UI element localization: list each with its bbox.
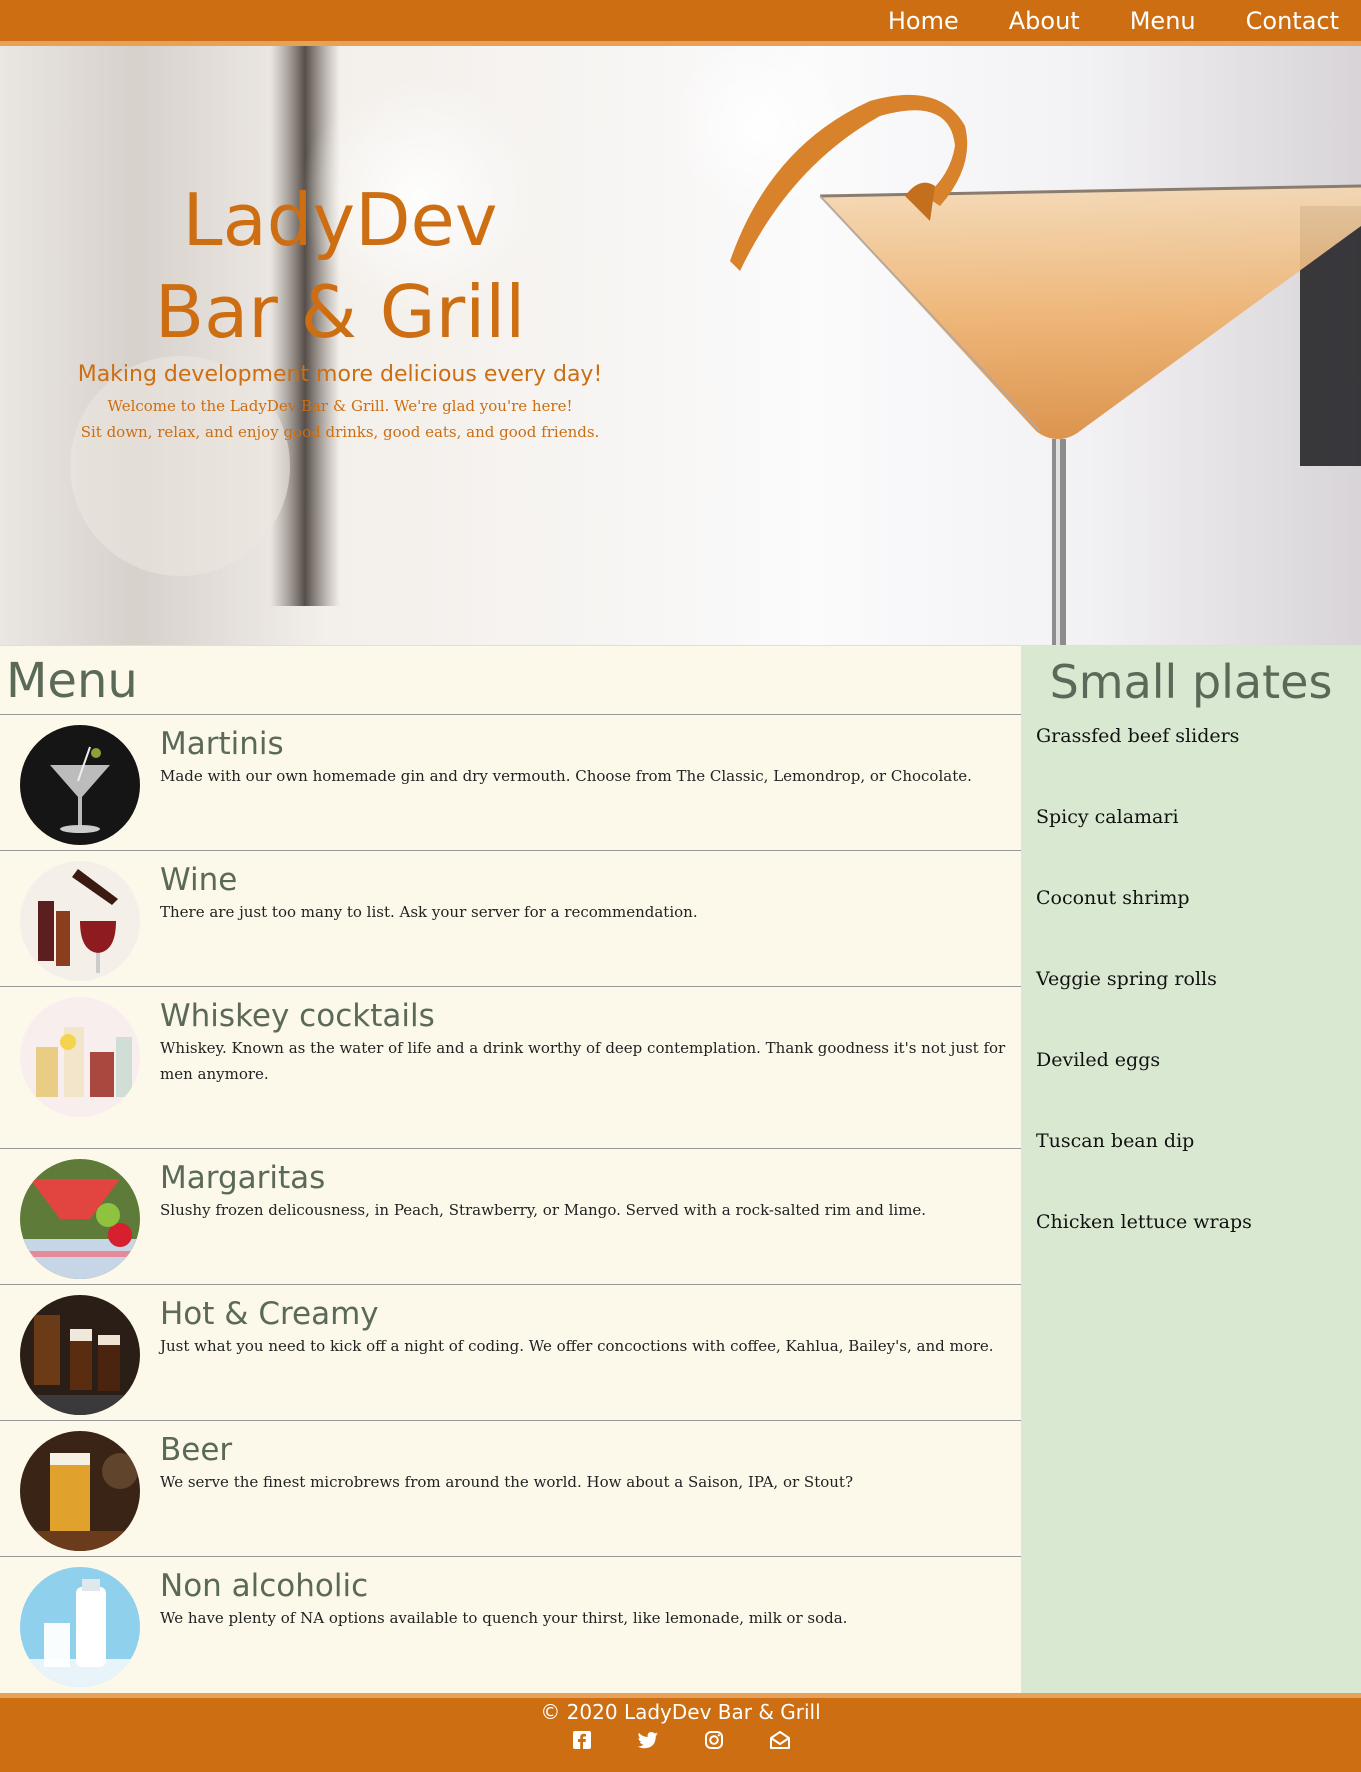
menu-item-martinis: Martinis Made with our own homemade gin … [0,715,1021,851]
menu-item-hot-and-creamy: Hot & Creamy Just what you need to kick … [0,1285,1021,1421]
milk-thumbnail [20,1567,140,1687]
small-plates-heading: Small plates [1049,655,1333,709]
hero-tagline: Making development more delicious every … [77,362,603,387]
small-plate-item: Tuscan bean dip [1036,1130,1195,1152]
hero-title-line1: LadyDev [182,178,498,262]
nav-link-about[interactable]: About [1009,7,1080,35]
menu-item-text: Hot & Creamy Just what you need to kick … [160,1285,1021,1359]
small-plate-item: Veggie spring rolls [1036,968,1217,990]
hero-title: LadyDev Bar & Grill [40,174,640,358]
menu-item-whiskey-cocktails: Whiskey cocktails Whiskey. Known as the … [0,987,1021,1149]
top-navigation: Home About Menu Contact [0,0,1361,46]
wine-thumbnail [20,861,140,981]
menu-heading: Menu [0,646,1021,715]
menu-item-text: Margaritas Slushy frozen delicousness, i… [160,1149,1021,1223]
hero-welcome-line2: Sit down, relax, and enjoy good drinks, … [80,423,600,441]
nav-item-about: About [1009,7,1080,35]
menu-item-desc: Made with our own homemade gin and dry v… [160,767,972,785]
menu-item-desc: We have plenty of NA options available t… [160,1609,848,1627]
menu-item-name: Non alcoholic [160,1568,369,1604]
menu-item-beer: Beer We serve the finest microbrews from… [0,1421,1021,1557]
small-plates-section: Small plates Grassfed beef sliders Spicy… [1021,645,1361,1693]
menu-item-text: Whiskey cocktails Whiskey. Known as the … [160,987,1021,1087]
instagram-icon[interactable] [703,1730,725,1752]
nav-item-menu: Menu [1130,7,1196,35]
facebook-icon[interactable] [571,1730,593,1752]
small-plate-item: Coconut shrimp [1036,887,1190,909]
menu-item-name: Margaritas [160,1160,326,1196]
small-plate-item: Deviled eggs [1036,1049,1161,1071]
small-plate-item: Chicken lettuce wraps [1036,1211,1252,1233]
nav-link-home[interactable]: Home [888,7,959,35]
twitter-icon[interactable] [637,1730,659,1752]
hero-title-line2: Bar & Grill [154,270,526,354]
menu-item-desc: Slushy frozen delicousness, in Peach, St… [160,1201,927,1219]
hot-creamy-thumbnail [20,1295,140,1415]
small-plate-item: Spicy calamari [1036,806,1179,828]
social-links [0,1730,1361,1752]
nav-item-home: Home [888,7,959,35]
hero-welcome-line1: Welcome to the LadyDev Bar & Grill. We'r… [107,397,573,415]
margarita-thumbnail [20,1159,140,1279]
menu-item-desc: Just what you need to kick off a night o… [160,1337,994,1355]
menu-item-desc: Whiskey. Known as the water of life and … [160,1039,1006,1083]
small-plates-list: Grassfed beef sliders Spicy calamari Coc… [1021,716,1361,1283]
nav-item-contact: Contact [1246,7,1339,35]
menu-item-desc: We serve the finest microbrews from arou… [160,1473,853,1491]
hero-text-block: LadyDev Bar & Grill Making development m… [40,174,640,445]
menu-section: Menu Martinis Made with our own homemade… [0,645,1021,1693]
beer-thumbnail [20,1431,140,1551]
menu-item-margaritas: Margaritas Slushy frozen delicousness, i… [0,1149,1021,1285]
nav-link-contact[interactable]: Contact [1246,7,1339,35]
martini-thumbnail [20,725,140,845]
envelope-icon[interactable] [769,1730,791,1752]
menu-item-text: Beer We serve the finest microbrews from… [160,1421,1021,1495]
site-footer: © 2020 LadyDev Bar & Grill [0,1693,1361,1772]
hero-welcome: Welcome to the LadyDev Bar & Grill. We'r… [40,393,640,445]
menu-item-wine: Wine There are just too many to list. As… [0,851,1021,987]
small-plate-item: Grassfed beef sliders [1036,725,1240,747]
menu-item-name: Whiskey cocktails [160,998,435,1034]
hero-banner: LadyDev Bar & Grill Making development m… [0,46,1361,645]
menu-item-text: Non alcoholic We have plenty of NA optio… [160,1557,1021,1631]
nav-list: Home About Menu Contact [838,0,1361,41]
footer-copyright: © 2020 LadyDev Bar & Grill [540,1700,821,1724]
nav-link-menu[interactable]: Menu [1130,7,1196,35]
menu-item-text: Wine There are just too many to list. As… [160,851,1021,925]
menu-item-desc: There are just too many to list. Ask you… [160,903,698,921]
menu-item-non-alcoholic: Non alcoholic We have plenty of NA optio… [0,1557,1021,1692]
menu-item-name: Martinis [160,726,284,762]
menu-item-name: Beer [160,1432,233,1468]
menu-item-text: Martinis Made with our own homemade gin … [160,715,1021,789]
whiskey-thumbnail [20,997,140,1117]
menu-item-name: Hot & Creamy [160,1296,379,1332]
menu-item-name: Wine [160,862,238,898]
